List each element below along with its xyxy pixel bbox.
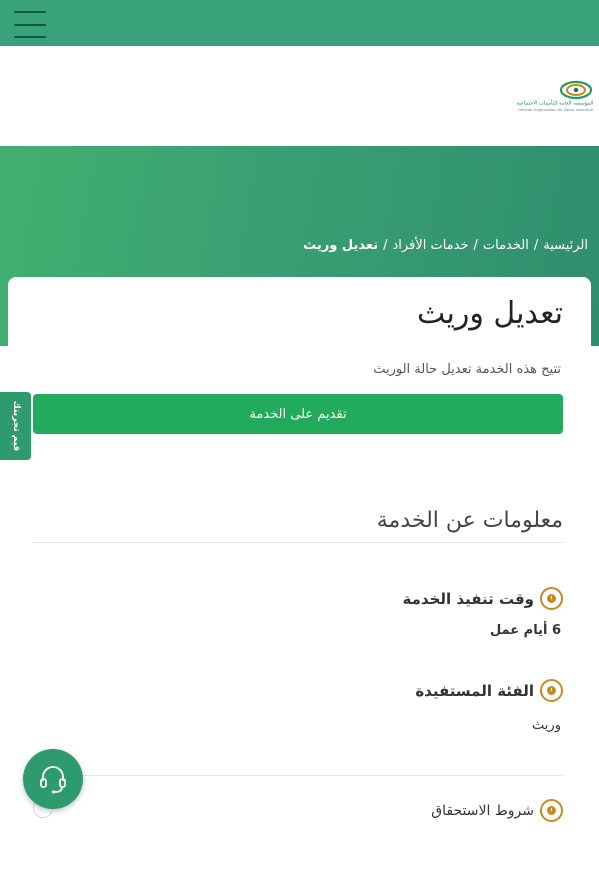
execution-time-heading: وقت تنفيذ الخدمة: [403, 587, 563, 610]
apply-service-button[interactable]: تقديم على الخدمة: [33, 394, 563, 434]
beneficiary-value: وريث: [532, 718, 561, 733]
execution-time-label: وقت تنفيذ الخدمة: [402, 589, 534, 608]
top-bar: [0, 0, 599, 46]
eligibility-heading[interactable]: شروط الاستحقاق: [431, 799, 563, 822]
beneficiary-heading: الفئة المستفيدة: [415, 679, 563, 702]
logo-english-text: General Organization for Social Insuranc…: [517, 108, 593, 113]
breadcrumb-separator: /: [473, 238, 478, 253]
logo-arabic-text: المؤسسة العامة للتأمينات الاجتماعية: [516, 100, 593, 106]
section-divider: [33, 775, 563, 776]
section-divider: [33, 542, 563, 543]
breadcrumb-separator: /: [533, 238, 539, 253]
clock-icon: [540, 679, 563, 702]
breadcrumb-services[interactable]: الخدمات: [483, 238, 529, 253]
eligibility-label: شروط الاستحقاق: [431, 802, 534, 819]
execution-time-value: 6 أيام عمل: [489, 623, 561, 638]
gosi-logo[interactable]: المؤسسة العامة للتأمينات الاجتماعية Gene…: [516, 80, 593, 116]
clock-icon: [540, 587, 563, 610]
rate-experience-label: قيم تجربتك: [10, 400, 21, 452]
logo-bar: المؤسسة العامة للتأمينات الاجتماعية Gene…: [0, 46, 599, 146]
breadcrumb-individual-services[interactable]: خدمات الأفراد: [393, 238, 469, 253]
breadcrumb-separator: /: [383, 238, 388, 253]
hamburger-icon[interactable]: [14, 11, 46, 38]
breadcrumb: الرئيسية / الخدمات / خدمات الأفراد / تعديل وري…: [303, 238, 588, 253]
clock-icon: [540, 799, 563, 822]
rate-experience-tab[interactable]: قيم تجربتك: [0, 392, 31, 460]
breadcrumb-current: تعديل وريث: [303, 238, 379, 253]
headset-icon: [40, 766, 66, 794]
gosi-logo-mark: [559, 80, 593, 100]
breadcrumb-home[interactable]: الرئيسية: [543, 238, 588, 253]
beneficiary-label: الفئة المستفيدة: [415, 681, 534, 700]
page-description: تتيح هذه الخدمة تعديل حالة الوريث: [373, 362, 561, 377]
service-info-title: معلومات عن الخدمة: [376, 508, 563, 533]
page-title: تعديل وريث: [417, 296, 563, 331]
support-button[interactable]: [23, 749, 83, 809]
